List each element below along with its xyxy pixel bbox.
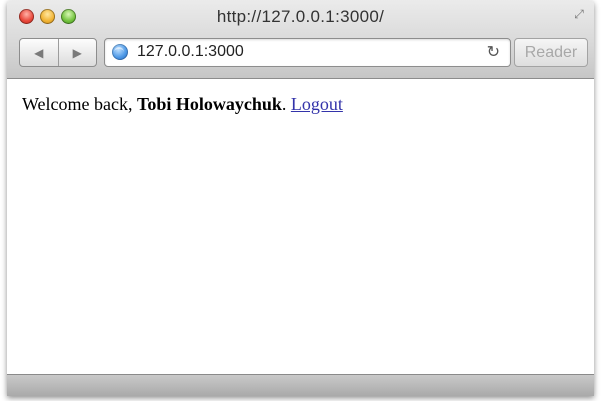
browser-chrome: http://127.0.0.1:3000/ ⤢ ◀ ▶ 127.0.0.1:3… [7,0,594,79]
welcome-line: Welcome back, Tobi Holowaychuk. Logout [22,94,343,115]
reload-icon[interactable]: ↻ [487,42,500,62]
status-bar [7,374,594,396]
globe-icon [112,44,128,60]
page-content: Welcome back, Tobi Holowaychuk. Logout [7,79,594,374]
forward-button[interactable]: ▶ [57,39,97,66]
address-bar[interactable]: 127.0.0.1:3000 ↻ [104,38,511,67]
username: Tobi Holowaychuk [137,94,282,114]
fullscreen-icon[interactable]: ⤢ [572,7,586,21]
window-title: http://127.0.0.1:3000/ [216,7,385,26]
browser-window: http://127.0.0.1:3000/ ⤢ ◀ ▶ 127.0.0.1:3… [7,0,594,396]
greeting-text: Welcome back, [22,94,133,114]
back-forward-group: ◀ ▶ [19,38,97,67]
address-bar-url[interactable]: 127.0.0.1:3000 [137,43,244,61]
greeting-separator: . [281,94,287,114]
back-button[interactable]: ◀ [20,39,58,66]
reader-button[interactable]: Reader [514,38,588,67]
logout-link[interactable]: Logout [291,94,343,114]
